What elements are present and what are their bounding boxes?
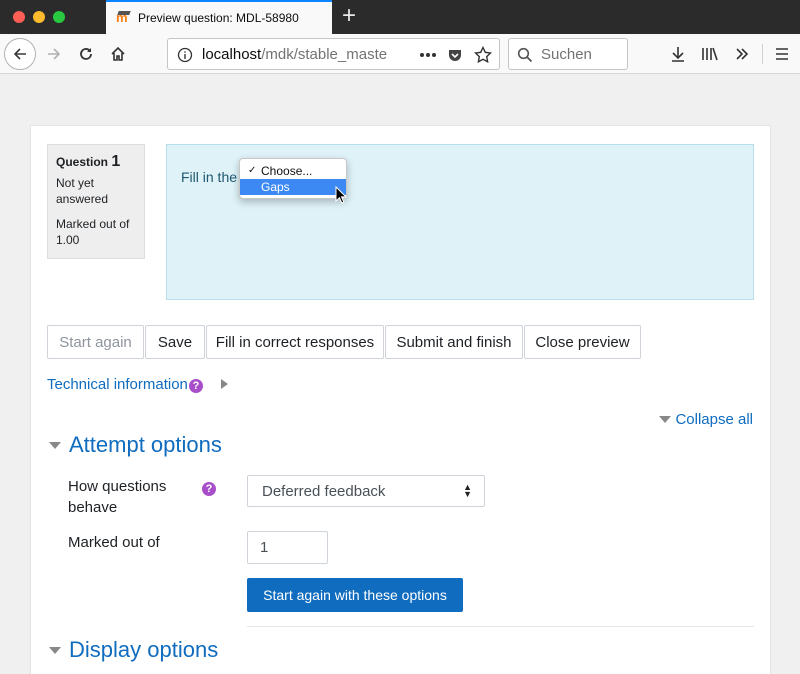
library-button[interactable]	[694, 38, 726, 70]
dropdown-option-gaps[interactable]: Gaps	[240, 179, 346, 195]
page-content: Question 1 Not yet answered Marked out o…	[0, 75, 800, 674]
checkmark-icon: ✓	[248, 165, 257, 176]
gap-dropdown-list[interactable]: ✓ Choose... Gaps	[239, 158, 347, 199]
url-path: /mdk/stable_maste	[261, 46, 388, 63]
page-actions-button[interactable]	[418, 45, 438, 65]
search-bar[interactable]: Suchen	[508, 38, 628, 70]
hamburger-icon	[776, 48, 788, 60]
home-button[interactable]	[102, 38, 134, 70]
url-bar[interactable]: localhost/mdk/stable_maste	[167, 38, 500, 70]
behaviour-select-value: Deferred feedback	[262, 483, 386, 500]
behaviour-select[interactable]: Deferred feedback ▲ ▼	[247, 475, 485, 507]
browser-tab-active[interactable]: m Preview question: MDL-58980	[106, 0, 332, 34]
library-icon	[702, 47, 718, 61]
select-arrows-icon: ▲ ▼	[463, 482, 472, 499]
moodle-favicon-icon: m	[116, 10, 132, 25]
question-info: Question 1 Not yet answered Marked out o…	[47, 144, 145, 259]
technical-info-help-icon[interactable]: ?	[189, 379, 203, 393]
dropdown-option-choose-label: Choose...	[261, 164, 313, 178]
attempt-options-header[interactable]: Attempt options	[49, 432, 222, 458]
chevron-double-right-icon	[736, 48, 749, 60]
dropdown-option-gaps-label: Gaps	[261, 180, 290, 194]
fill-correct-responses-button[interactable]: Fill in correct responses	[206, 325, 384, 359]
attempt-options-heading: Attempt options	[69, 432, 222, 457]
save-button[interactable]: Save	[145, 325, 205, 359]
browser-navbar: localhost/mdk/stable_maste Suchen	[0, 34, 800, 74]
home-icon	[111, 46, 125, 61]
window-zoom-button[interactable]	[53, 11, 65, 23]
window-close-button[interactable]	[13, 11, 25, 23]
browser-titlebar: m Preview question: MDL-58980 +	[0, 0, 800, 34]
question-preview-card: Question 1 Not yet answered Marked out o…	[30, 125, 771, 674]
pocket-button[interactable]	[445, 45, 465, 65]
section-collapse-icon	[49, 646, 61, 654]
collapse-all-link[interactable]: Collapse all	[675, 411, 753, 428]
divider	[247, 626, 754, 627]
star-icon	[474, 46, 492, 64]
technical-information-link[interactable]: Technical information	[47, 376, 188, 393]
section-collapse-icon	[49, 441, 61, 449]
start-again-with-options-button[interactable]: Start again with these options	[247, 578, 463, 612]
reload-button[interactable]	[70, 38, 102, 70]
pocket-icon	[449, 50, 461, 61]
arrow-left-icon	[13, 48, 26, 60]
dropdown-option-choose[interactable]: ✓ Choose...	[240, 163, 346, 179]
collapse-all-toggle[interactable]: Collapse all	[659, 411, 753, 428]
question-text: Fill in the	[181, 169, 238, 185]
display-options-heading: Display options	[69, 637, 219, 662]
close-preview-button[interactable]: Close preview	[524, 325, 641, 359]
start-again-button[interactable]: Start again	[47, 325, 144, 359]
submit-and-finish-button[interactable]: Submit and finish	[385, 325, 523, 359]
mouse-cursor-icon	[335, 186, 347, 204]
more-horizontal-icon	[420, 53, 436, 57]
question-state: Not yet answered	[56, 176, 109, 206]
behaviour-label: How questions behave	[68, 478, 167, 516]
download-icon	[672, 47, 684, 62]
info-icon[interactable]	[177, 47, 193, 63]
behaviour-help-icon[interactable]: ?	[202, 482, 216, 496]
back-button[interactable]	[4, 38, 36, 70]
url-text[interactable]: localhost/mdk/stable_maste	[202, 46, 387, 63]
reload-icon	[80, 48, 92, 60]
search-placeholder: Suchen	[541, 46, 592, 63]
hamburger-menu-button[interactable]	[766, 38, 798, 70]
overflow-menu-button[interactable]	[726, 38, 758, 70]
search-icon	[517, 47, 533, 63]
question-formulation: Fill in the ✓ Choose... Gaps	[166, 144, 754, 300]
window-minimize-button[interactable]	[33, 11, 45, 23]
display-options-header[interactable]: Display options	[49, 637, 218, 663]
question-number: Question 1	[56, 154, 136, 170]
marks-label: Marked out of	[68, 534, 160, 551]
question-label: Question	[56, 155, 109, 169]
collapse-arrow-icon	[659, 416, 672, 423]
expand-arrow-icon[interactable]	[221, 379, 228, 389]
bookmark-star-button[interactable]	[473, 45, 493, 65]
forward-button[interactable]	[38, 38, 70, 70]
tab-title: Preview question: MDL-58980	[138, 11, 299, 25]
question-number-value: 1	[111, 153, 121, 170]
downloads-button[interactable]	[662, 38, 694, 70]
marks-input[interactable]: 1	[247, 531, 328, 564]
question-marks: Marked out of 1.00	[56, 217, 130, 247]
url-host: localhost	[202, 46, 262, 63]
new-tab-button[interactable]: +	[338, 4, 360, 28]
arrow-right-icon	[48, 48, 61, 60]
